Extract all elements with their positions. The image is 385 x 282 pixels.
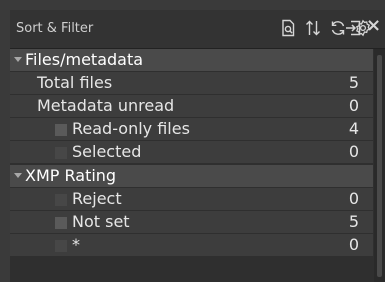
list-item[interactable]: Read-only files 4 — [10, 118, 373, 140]
row-count: 0 — [348, 96, 359, 115]
list-item[interactable]: Not set 5 — [10, 211, 373, 233]
section-files-metadata[interactable]: Files/metadata — [10, 49, 373, 71]
panel-header: Sort & Filter — [10, 10, 385, 49]
row-count: 0 — [348, 235, 359, 254]
sort-icon[interactable] — [303, 18, 323, 38]
row-label: * — [72, 235, 80, 254]
row-count: 0 — [348, 142, 359, 161]
list-item[interactable]: Metadata unread 0 — [10, 95, 373, 117]
row-checkbox[interactable] — [55, 124, 67, 136]
list-item[interactable]: Total files 5 — [10, 72, 373, 94]
list-item[interactable]: Selected 0 — [10, 141, 373, 163]
expand-triangle-icon[interactable] — [14, 57, 22, 62]
close-icon[interactable]: × — [366, 15, 381, 37]
row-label: Reject — [72, 189, 122, 208]
row-label: Selected — [72, 142, 142, 161]
row-label: Total files — [37, 73, 113, 92]
filter-list: Files/metadata Total files 5 Metadata un… — [10, 49, 373, 282]
list-item[interactable]: Reject 0 — [10, 188, 373, 210]
panel-title: Sort & Filter — [16, 21, 94, 36]
section-xmp-rating[interactable]: XMP Rating — [10, 165, 373, 187]
row-checkbox[interactable] — [55, 217, 67, 229]
row-label: Metadata unread — [37, 96, 175, 115]
row-count: 0 — [348, 189, 359, 208]
row-count: 5 — [348, 73, 359, 92]
dock-icon[interactable] — [343, 18, 363, 38]
sort-filter-panel: Sort & Filter Files/metadata Total files… — [10, 10, 385, 282]
scrollbar-thumb[interactable] — [377, 55, 382, 277]
row-checkbox[interactable] — [55, 194, 67, 206]
row-count: 5 — [348, 212, 359, 231]
section-label: XMP Rating — [25, 166, 117, 185]
row-count: 4 — [348, 119, 359, 138]
row-label: Read-only files — [72, 119, 190, 138]
list-item[interactable]: * 0 — [10, 234, 373, 256]
row-checkbox[interactable] — [55, 147, 67, 159]
section-label: Files/metadata — [25, 50, 144, 69]
document-search-icon[interactable] — [278, 18, 298, 38]
vertical-scrollbar[interactable] — [374, 49, 385, 282]
expand-triangle-icon[interactable] — [14, 173, 22, 178]
row-label: Not set — [72, 212, 130, 231]
row-checkbox[interactable] — [55, 240, 67, 252]
